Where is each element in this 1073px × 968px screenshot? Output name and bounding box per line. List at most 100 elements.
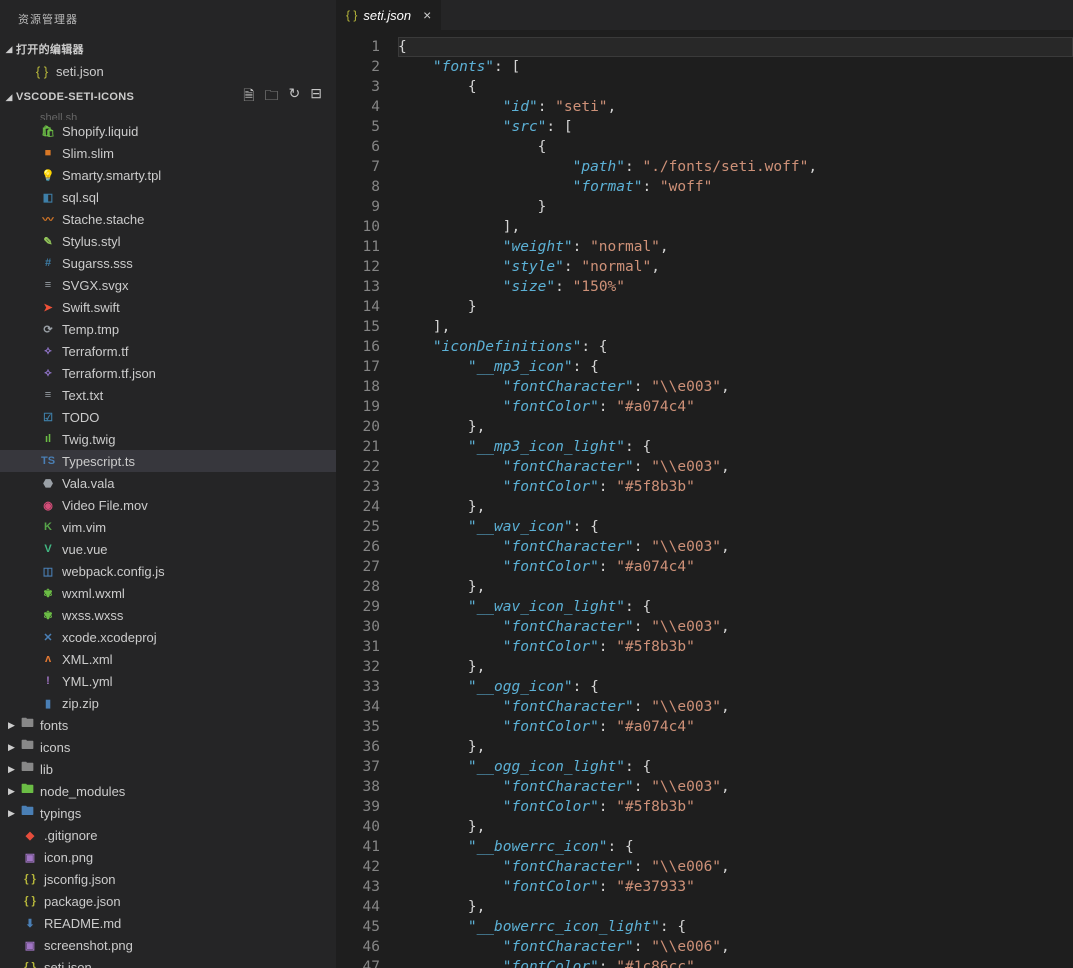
code-line[interactable]: "fontColor": "#a074c4" <box>398 717 1073 737</box>
code-line[interactable]: "fontCharacter": "\\e003", <box>398 537 1073 557</box>
project-header[interactable]: ◢ VSCODE-SETI-ICONS 🗎 🗀 ↻ ⊟ <box>0 82 336 112</box>
code-line[interactable]: { <box>398 37 1073 57</box>
file-item[interactable]: ▣screenshot.png <box>0 934 336 956</box>
code-line[interactable]: "fontColor": "#1c86cc" <box>398 957 1073 968</box>
collapse-icon[interactable]: ⊟ <box>310 85 322 109</box>
code-line[interactable]: "fontCharacter": "\\e003", <box>398 457 1073 477</box>
code-line[interactable]: "fontCharacter": "\\e003", <box>398 697 1073 717</box>
folder-item[interactable]: ▶🖿fonts <box>0 714 336 736</box>
file-item[interactable]: ʌXML.xml <box>0 648 336 670</box>
file-item[interactable]: ⟳Temp.tmp <box>0 318 336 340</box>
file-item[interactable]: ■Slim.slim <box>0 142 336 164</box>
new-folder-icon[interactable]: 🗀 <box>265 85 279 109</box>
code-line[interactable]: "fontColor": "#a074c4" <box>398 397 1073 417</box>
code-line[interactable]: "fontColor": "#e37933" <box>398 877 1073 897</box>
code-line[interactable]: ], <box>398 217 1073 237</box>
file-item[interactable]: ◫webpack.config.js <box>0 560 336 582</box>
code-line[interactable]: "fontCharacter": "\\e003", <box>398 377 1073 397</box>
file-item[interactable]: 🛍Shopify.liquid <box>0 120 336 142</box>
file-item[interactable]: ➤Swift.swift <box>0 296 336 318</box>
code-line[interactable]: "fonts": [ <box>398 57 1073 77</box>
tab-seti-json[interactable]: { } seti.json × <box>336 0 441 30</box>
code-line[interactable]: "weight": "normal", <box>398 237 1073 257</box>
code-line[interactable]: "fontColor": "#5f8b3b" <box>398 797 1073 817</box>
code-line[interactable]: } <box>398 197 1073 217</box>
code-line[interactable]: "fontCharacter": "\\e006", <box>398 937 1073 957</box>
file-item[interactable]: ▮zip.zip <box>0 692 336 714</box>
folder-item[interactable]: ▶🖿lib <box>0 758 336 780</box>
file-label: vue.vue <box>62 542 108 557</box>
file-item[interactable]: ☑TODO <box>0 406 336 428</box>
code-line[interactable]: } <box>398 297 1073 317</box>
file-icon: K <box>40 519 56 535</box>
code-line[interactable]: "fontCharacter": "\\e003", <box>398 617 1073 637</box>
code-line[interactable]: "id": "seti", <box>398 97 1073 117</box>
code-line[interactable]: { <box>398 137 1073 157</box>
code-line[interactable]: "__bowerrc_icon_light": { <box>398 917 1073 937</box>
folder-item[interactable]: ▶🖿typings <box>0 802 336 824</box>
code-line[interactable]: "fontColor": "#a074c4" <box>398 557 1073 577</box>
code-line[interactable]: }, <box>398 817 1073 837</box>
code-line[interactable]: }, <box>398 497 1073 517</box>
file-label: Stache.stache <box>62 212 144 227</box>
file-item[interactable]: ⟡Terraform.tf <box>0 340 336 362</box>
code-line[interactable]: "format": "woff" <box>398 177 1073 197</box>
code-line[interactable]: "fontColor": "#5f8b3b" <box>398 477 1073 497</box>
code-line[interactable]: }, <box>398 737 1073 757</box>
code-line[interactable]: "__mp3_icon": { <box>398 357 1073 377</box>
open-editor-item[interactable]: { }seti.json <box>0 60 336 82</box>
open-editors-header[interactable]: ◢ 打开的编辑器 <box>0 38 336 60</box>
file-item[interactable]: 💡Smarty.smarty.tpl <box>0 164 336 186</box>
code-line[interactable]: }, <box>398 657 1073 677</box>
code-line[interactable]: }, <box>398 897 1073 917</box>
file-item[interactable]: ≡SVGX.svgx <box>0 274 336 296</box>
file-item[interactable]: ✾wxss.wxss <box>0 604 336 626</box>
folder-item[interactable]: ▶🖿icons <box>0 736 336 758</box>
file-item[interactable]: { }package.json <box>0 890 336 912</box>
code-line[interactable]: ], <box>398 317 1073 337</box>
file-item[interactable]: ◉Video File.mov <box>0 494 336 516</box>
file-item[interactable]: ✾wxml.wxml <box>0 582 336 604</box>
file-item[interactable]: 〰Stache.stache <box>0 208 336 230</box>
close-icon[interactable]: × <box>423 7 431 23</box>
code-line[interactable]: "__wav_icon": { <box>398 517 1073 537</box>
file-item[interactable]: ✎Stylus.styl <box>0 230 336 252</box>
code-line[interactable]: "fontCharacter": "\\e006", <box>398 857 1073 877</box>
file-item[interactable]: ⟡Terraform.tf.json <box>0 362 336 384</box>
file-item[interactable]: ✕xcode.xcodeproj <box>0 626 336 648</box>
file-item[interactable]: ◆.gitignore <box>0 824 336 846</box>
code-editor[interactable]: 1234567891011121314151617181920212223242… <box>336 36 1073 968</box>
code-line[interactable]: "src": [ <box>398 117 1073 137</box>
folder-item[interactable]: ▶🖿node_modules <box>0 780 336 802</box>
file-icon: { } <box>22 959 38 968</box>
file-item[interactable]: Vvue.vue <box>0 538 336 560</box>
file-item[interactable]: ⬇README.md <box>0 912 336 934</box>
code-line[interactable]: { <box>398 77 1073 97</box>
code-line[interactable]: "__bowerrc_icon": { <box>398 837 1073 857</box>
code-line[interactable]: "style": "normal", <box>398 257 1073 277</box>
file-item[interactable]: ◧sql.sql <box>0 186 336 208</box>
file-item[interactable]: { }seti.json <box>0 956 336 968</box>
file-item[interactable]: TSTypescript.ts <box>0 450 336 472</box>
file-item[interactable]: { }jsconfig.json <box>0 868 336 890</box>
code-line[interactable]: "__mp3_icon_light": { <box>398 437 1073 457</box>
code-line[interactable]: }, <box>398 417 1073 437</box>
code-line[interactable]: "__ogg_icon": { <box>398 677 1073 697</box>
file-item[interactable]: #Sugarss.sss <box>0 252 336 274</box>
file-item[interactable]: ılTwig.twig <box>0 428 336 450</box>
file-item[interactable]: !YML.yml <box>0 670 336 692</box>
code-line[interactable]: }, <box>398 577 1073 597</box>
code-line[interactable]: "iconDefinitions": { <box>398 337 1073 357</box>
code-line[interactable]: "size": "150%" <box>398 277 1073 297</box>
code-line[interactable]: "__wav_icon_light": { <box>398 597 1073 617</box>
code-line[interactable]: "fontColor": "#5f8b3b" <box>398 637 1073 657</box>
refresh-icon[interactable]: ↻ <box>289 85 301 109</box>
new-file-icon[interactable]: 🗎 <box>243 85 254 109</box>
code-line[interactable]: "path": "./fonts/seti.woff", <box>398 157 1073 177</box>
file-item[interactable]: ▣icon.png <box>0 846 336 868</box>
file-item[interactable]: ≡Text.txt <box>0 384 336 406</box>
code-line[interactable]: "__ogg_icon_light": { <box>398 757 1073 777</box>
file-item[interactable]: Kvim.vim <box>0 516 336 538</box>
code-line[interactable]: "fontCharacter": "\\e003", <box>398 777 1073 797</box>
file-item[interactable]: ⬣Vala.vala <box>0 472 336 494</box>
